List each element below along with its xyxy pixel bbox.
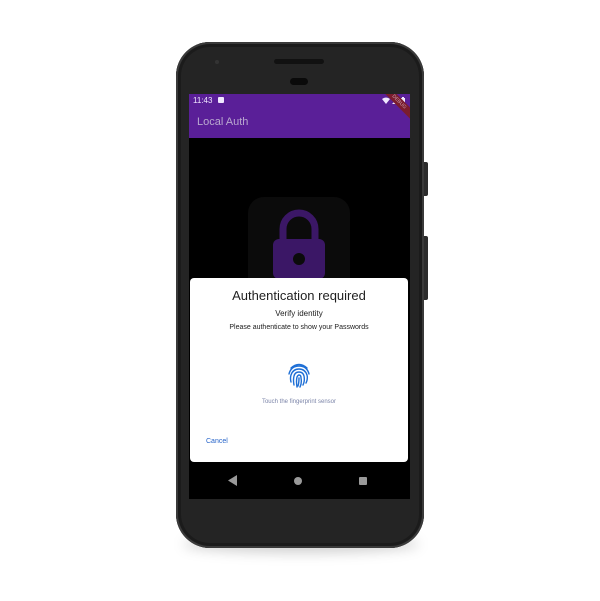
notification-icon: [218, 97, 224, 103]
status-time: 11:43: [193, 96, 213, 105]
dialog-description: Please authenticate to show your Passwor…: [229, 324, 369, 331]
fingerprint-hint: Touch the fingerprint sensor: [261, 399, 337, 405]
earpiece-speaker: [274, 59, 324, 64]
lock-icon: [273, 209, 325, 279]
dialog-title: Authentication required: [232, 288, 366, 303]
app-title: Local Auth: [197, 116, 249, 128]
fingerprint-icon: [288, 363, 310, 388]
auth-dialog: Authentication required Verify identity …: [190, 278, 408, 462]
recents-square-icon[interactable]: [359, 477, 367, 485]
navigation-bar: [189, 462, 410, 499]
power-button: [424, 162, 428, 196]
back-triangle-icon[interactable]: [228, 475, 237, 486]
home-circle-icon[interactable]: [294, 477, 302, 485]
status-bar: 11:43: [189, 94, 410, 107]
proximity-sensor: [290, 78, 308, 85]
cancel-button[interactable]: Cancel: [206, 438, 228, 445]
dialog-subtitle: Verify identity: [275, 309, 323, 318]
volume-button: [424, 236, 428, 300]
app-bar: Local Auth: [189, 107, 410, 138]
front-camera: [215, 60, 219, 64]
